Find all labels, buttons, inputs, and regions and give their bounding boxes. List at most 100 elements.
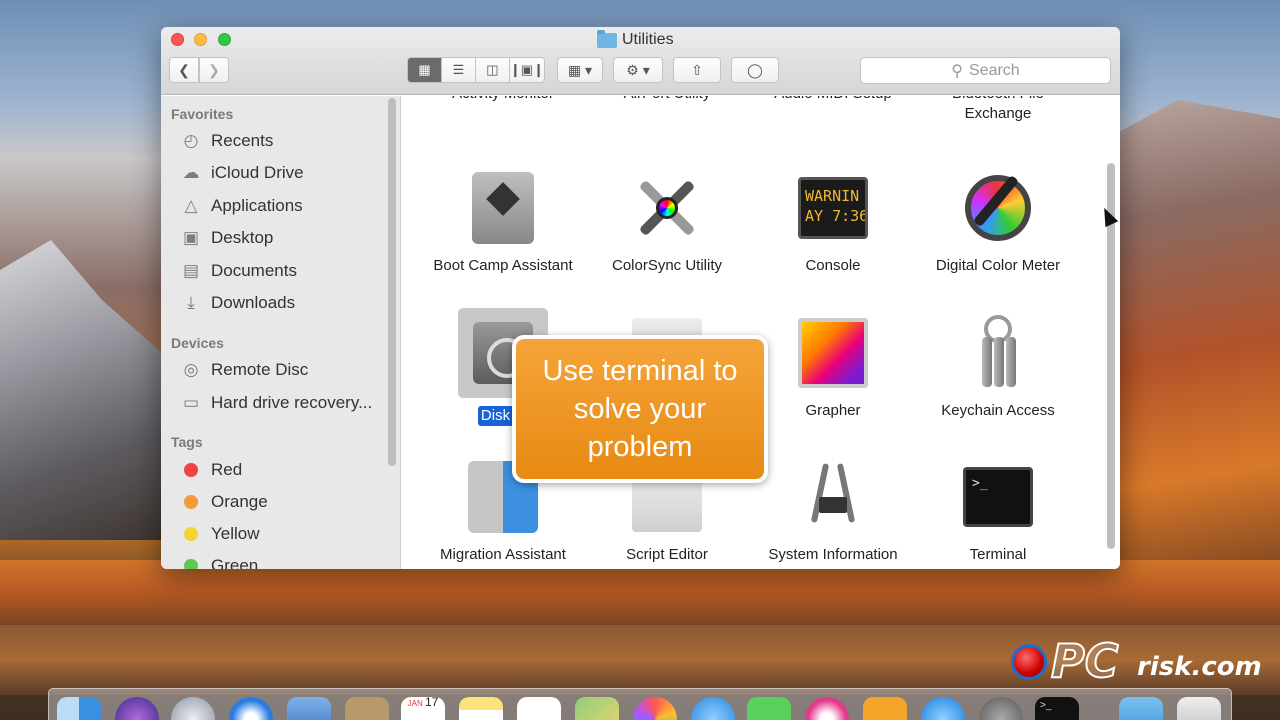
arrange-button[interactable]: ▦ ▾ — [557, 57, 603, 83]
boot-camp-icon — [463, 168, 543, 248]
share-button[interactable]: ⇧ — [673, 57, 721, 83]
system-preferences-dock-icon[interactable] — [979, 697, 1023, 720]
finder-dock-icon[interactable] — [57, 697, 101, 720]
gear-icon: ⚙ ▾ — [626, 61, 650, 78]
facetime-dock-icon[interactable] — [747, 697, 791, 720]
app-keychain-access[interactable]: Keychain Access — [918, 313, 1078, 421]
app-bluetooth-file-exchange[interactable]: Bluetooth File Exchange — [918, 96, 1078, 124]
app-audio-midi-setup[interactable]: Audio MIDI Setup — [753, 96, 913, 104]
pcrisk-watermark: PC risk.com — [1007, 633, 1277, 689]
search-icon: ⚲ — [951, 62, 963, 80]
colorsync-icon — [627, 168, 707, 248]
digital-color-meter-icon — [958, 168, 1038, 248]
desktop-mountain-left — [0, 240, 170, 540]
sidebar: Favorites ◴ Recents ☁ iCloud Drive △ App… — [161, 96, 401, 569]
sidebar-item-label: Documents — [211, 261, 297, 280]
tag-color-dot — [184, 559, 198, 569]
sidebar-item-desktop[interactable]: ▣ Desktop — [179, 225, 384, 251]
watermark-risk-text: risk.com — [1137, 652, 1262, 682]
file-icon-grid: Activity Monitor AirPort Utility Audio M… — [402, 96, 1120, 569]
sidebar-item-downloads[interactable]: ⤓ Downloads — [179, 290, 384, 316]
app-grapher[interactable]: Grapher — [753, 313, 913, 421]
grapher-icon — [793, 313, 873, 393]
watermark-logo-icon — [1011, 644, 1047, 680]
list-view-icon: ☰ — [452, 62, 465, 77]
chevron-right-icon: ❯ — [208, 61, 220, 78]
sidebar-item-hard-drive[interactable]: ▭ Hard drive recovery... — [179, 390, 384, 416]
photos-dock-icon[interactable] — [633, 697, 677, 720]
mail-dock-icon[interactable] — [287, 697, 331, 720]
sidebar-item-documents[interactable]: ▤ Documents — [179, 258, 384, 284]
document-icon: ▤ — [182, 261, 200, 280]
clock-icon: ◴ — [183, 131, 199, 150]
app-terminal[interactable]: >_ Terminal — [918, 457, 1078, 565]
column-view-icon: ◫ — [486, 62, 499, 77]
sidebar-item-label: Green — [211, 556, 259, 569]
desktop-mountain-right — [1110, 100, 1280, 560]
sidebar-item-tag-green[interactable]: Green — [179, 553, 384, 569]
ibooks-dock-icon[interactable] — [863, 697, 907, 720]
contacts-dock-icon[interactable] — [345, 697, 389, 720]
system-information-icon — [793, 457, 873, 537]
utilities-folder-icon — [597, 29, 617, 48]
keychain-icon — [958, 313, 1038, 393]
window-title-label: Utilities — [622, 31, 674, 48]
app-system-information[interactable]: System Information — [753, 457, 913, 565]
share-icon: ⇧ — [691, 61, 703, 78]
minimize-window-button[interactable] — [194, 33, 207, 46]
downloads-folder-dock-icon[interactable] — [1119, 697, 1163, 720]
sidebar-item-remote-disc[interactable]: ◎ Remote Disc — [179, 357, 384, 383]
app-airport-utility[interactable]: AirPort Utility — [587, 96, 747, 104]
list-view-button[interactable]: ☰ — [441, 58, 476, 82]
sidebar-item-recents[interactable]: ◴ Recents — [179, 128, 384, 154]
back-button[interactable]: ❮ — [169, 57, 199, 83]
maximize-window-button[interactable] — [218, 33, 231, 46]
app-store-dock-icon[interactable] — [921, 697, 965, 720]
sidebar-item-tag-red[interactable]: Red — [179, 457, 384, 483]
app-console[interactable]: WARNIN AY 7:36 Console — [753, 168, 913, 276]
sidebar-item-label: Downloads — [211, 293, 296, 312]
itunes-dock-icon[interactable] — [805, 697, 849, 720]
column-view-button[interactable]: ◫ — [475, 58, 510, 82]
sidebar-item-label: Red — [211, 460, 243, 479]
calendar-day: 17 — [425, 695, 439, 709]
app-boot-camp-assistant[interactable]: Boot Camp Assistant — [423, 168, 583, 276]
app-digital-color-meter[interactable]: Digital Color Meter — [918, 168, 1078, 276]
icon-view-button[interactable]: ▦ — [408, 58, 442, 82]
gallery-view-button[interactable]: ❙▣❙ — [509, 58, 544, 82]
calendar-month: JAN — [407, 699, 423, 708]
sidebar-item-tag-yellow[interactable]: Yellow — [179, 521, 384, 547]
finder-toolbar: Utilities ❮ ❯ ▦ ☰ ◫ ❙▣❙ ▦ ▾ ⚙ ▾ ⇧ ◯ ⚲ Se… — [161, 27, 1120, 95]
trash-dock-icon[interactable] — [1177, 697, 1221, 720]
window-title: Utilities — [597, 29, 674, 49]
disc-icon: ◎ — [183, 360, 199, 379]
sidebar-item-icloud-drive[interactable]: ☁ iCloud Drive — [179, 160, 384, 186]
launchpad-dock-icon[interactable] — [171, 697, 215, 720]
callout-text: Use terminal to solve your problem — [542, 355, 738, 463]
maps-dock-icon[interactable] — [575, 697, 619, 720]
sidebar-item-label: Yellow — [211, 524, 260, 543]
sidebar-heading-favorites: Favorites — [171, 106, 234, 122]
messages-dock-icon[interactable] — [691, 697, 735, 720]
calendar-dock-icon[interactable]: JAN 17 — [401, 695, 445, 720]
download-icon: ⤓ — [187, 293, 195, 312]
forward-button[interactable]: ❯ — [199, 57, 229, 83]
watermark-pc-text: PC — [1050, 633, 1119, 689]
sidebar-scrollbar[interactable] — [388, 98, 396, 466]
search-field[interactable]: ⚲ Search — [860, 57, 1111, 84]
terminal-dock-icon[interactable]: >_ — [1035, 697, 1079, 720]
notes-dock-icon[interactable] — [459, 697, 503, 720]
app-colorsync-utility[interactable]: ColorSync Utility — [587, 168, 747, 276]
icon-view-icon: ▦ — [418, 62, 431, 77]
siri-dock-icon[interactable] — [115, 697, 159, 720]
app-activity-monitor[interactable]: Activity Monitor — [423, 96, 583, 104]
sidebar-item-tag-orange[interactable]: Orange — [179, 489, 384, 515]
sidebar-item-applications[interactable]: △ Applications — [179, 193, 384, 219]
sidebar-heading-devices: Devices — [171, 335, 224, 351]
sidebar-heading-tags: Tags — [171, 434, 203, 450]
close-window-button[interactable] — [171, 33, 184, 46]
action-button[interactable]: ⚙ ▾ — [613, 57, 663, 83]
reminders-dock-icon[interactable] — [517, 697, 561, 720]
tag-button[interactable]: ◯ — [731, 57, 779, 83]
safari-dock-icon[interactable] — [229, 697, 273, 720]
